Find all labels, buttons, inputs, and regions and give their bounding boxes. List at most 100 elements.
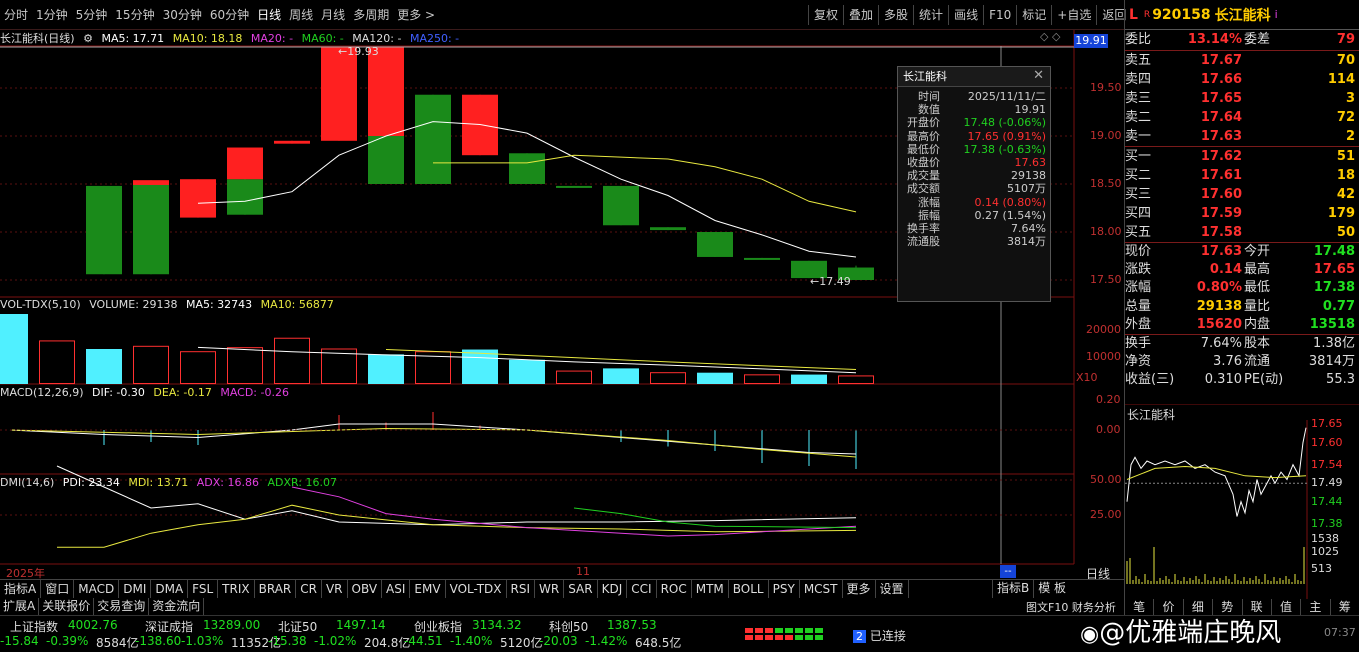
bid-row[interactable]: 买一 17.62 51	[1125, 147, 1359, 166]
level-flag: L	[1129, 6, 1138, 23]
period-tab-8[interactable]: 月线	[317, 6, 349, 23]
ask-row[interactable]: 卖四 17.66 114	[1125, 70, 1359, 89]
indicator-tab-2[interactable]: MACD	[74, 580, 120, 598]
bid-label: 买一	[1125, 149, 1152, 164]
ask-row[interactable]: 卖二 17.64 72	[1125, 108, 1359, 127]
toolbar-btn-5[interactable]: F10	[983, 5, 1016, 25]
indicator-tab-12[interactable]: EMV	[410, 580, 446, 598]
period-tab-5[interactable]: 60分钟	[206, 6, 253, 23]
indicator-tab-3[interactable]: DMI	[119, 580, 152, 598]
mini-tab-4[interactable]: 联	[1243, 599, 1272, 615]
period-tab-6[interactable]: 日线	[253, 6, 285, 23]
ask-row[interactable]: 卖三 17.65 3	[1125, 89, 1359, 108]
sub-tab-0[interactable]: 扩展A	[0, 598, 40, 615]
indicator-tabs: 指标A 窗口 MACD DMI DMA FSL TRIX BRAR CR VR OBV ASI EMV V…	[0, 579, 1124, 598]
close-icon[interactable]: ✕	[1033, 68, 1044, 83]
indicator-tab-14[interactable]: RSI	[507, 580, 536, 598]
mini-tab-3[interactable]: 势	[1213, 599, 1243, 615]
indicator-tab-5[interactable]: FSL	[188, 580, 219, 598]
ask-row[interactable]: 卖五 17.67 70	[1125, 51, 1359, 70]
indicator-tab-24[interactable]: 更多	[843, 580, 876, 598]
indicator-tab-8[interactable]: CR	[296, 580, 322, 598]
chart-area[interactable]: 长江能科(日线) ⚙ MA5: 17.71 MA10: 18.18 MA20: …	[0, 30, 1124, 581]
sub-tab-2[interactable]: 交易查询	[94, 598, 150, 615]
bid-row[interactable]: 买二 17.61 18	[1125, 166, 1359, 185]
info-icon[interactable]: i	[1275, 8, 1278, 21]
period-tab-3[interactable]: 15分钟	[111, 6, 158, 23]
intraday-mini-chart[interactable]: 长江能科 17.65 17.60 17.54 17.49 17.44 17.38 1538 1…	[1125, 404, 1359, 615]
toolbar-btn-6[interactable]: 标记	[1016, 5, 1051, 25]
indicator-tab-9[interactable]: VR	[322, 580, 348, 598]
breadth-cell	[795, 635, 803, 640]
indicator-tab-6[interactable]: TRIX	[218, 580, 255, 598]
indicator-tab-17[interactable]: KDJ	[598, 580, 628, 598]
quote-value: 17.63	[1200, 244, 1242, 259]
bid-row[interactable]: 买三 17.60 42	[1125, 185, 1359, 204]
index-value: 13289.00	[203, 618, 261, 632]
period-tab-7[interactable]: 周线	[285, 6, 317, 23]
indicator-tab-25[interactable]: 设置	[876, 580, 909, 598]
index-name[interactable]: 科创50	[549, 618, 588, 635]
indicator-tab-0[interactable]: 指标A	[0, 580, 42, 598]
macd-legend: MACD(12,26,9) DIF: -0.30 DEA: -0.17 MACD…	[0, 386, 294, 399]
low-marker-label: ←17.49	[810, 275, 851, 288]
toolbar-btn-4[interactable]: 画线	[948, 5, 983, 25]
indicator-tab-23[interactable]: MCST	[800, 580, 843, 598]
bid-row[interactable]: 买四 17.59 179	[1125, 204, 1359, 223]
toolbar-btn-3[interactable]: 统计	[913, 5, 948, 25]
index-name[interactable]: 深证成指	[145, 618, 193, 635]
toolbar-btn-1[interactable]: 叠加	[843, 5, 878, 25]
breadth-cell	[765, 628, 773, 633]
quote-label2: 今开	[1244, 244, 1271, 259]
mini-tab-7[interactable]: 筹	[1331, 599, 1359, 615]
toolbar-btn-2[interactable]: 多股	[878, 5, 913, 25]
period-tab-9[interactable]: 多周期	[349, 6, 393, 23]
ask-volume: 2	[1345, 129, 1355, 144]
bid-row[interactable]: 买五 17.58 50	[1125, 223, 1359, 242]
period-tab-10[interactable]: 更多 >	[393, 6, 439, 23]
quote-row: 净资 3.76 流通 3814万	[1125, 353, 1359, 371]
indicator-tab-7[interactable]: BRAR	[255, 580, 297, 598]
weibi-label: 委比	[1125, 32, 1152, 47]
indicator-tab-13[interactable]: VOL-TDX	[446, 580, 507, 598]
indicator-tab-18[interactable]: CCI	[627, 580, 657, 598]
indicator-tab-15[interactable]: WR	[535, 580, 565, 598]
indicator-tab-1[interactable]: 窗口	[41, 580, 75, 598]
diamond-icon[interactable]: ◇ ◇	[1040, 30, 1060, 43]
quote-panel: L R 920158 长江能科 i 委比 13.14% 委差 79 卖五 17.6…	[1124, 0, 1359, 615]
period-tab-1[interactable]: 1分钟	[32, 6, 72, 23]
quote-value: 0.310	[1204, 372, 1242, 388]
weicha-value: 79	[1336, 32, 1355, 47]
indicator-tab-right-1[interactable]: 模 板	[1033, 579, 1070, 598]
indicator-tab-21[interactable]: BOLL	[729, 580, 769, 598]
sub-tab-3[interactable]: 资金流向	[149, 598, 205, 615]
indicator-tab-16[interactable]: SAR	[564, 580, 598, 598]
indicator-tab-20[interactable]: MTM	[692, 580, 729, 598]
index-name[interactable]: 创业板指	[414, 618, 462, 635]
gear-icon[interactable]: ⚙	[83, 32, 93, 45]
sub-tab-1[interactable]: 关联报价	[39, 598, 95, 615]
indicator-tab-10[interactable]: OBV	[348, 580, 383, 598]
indicator-tab-right-0[interactable]: 指标B	[992, 579, 1033, 598]
indicator-tab-22[interactable]: PSY	[769, 580, 800, 598]
index-name[interactable]: 上证指数	[10, 618, 58, 635]
indicator-tab-19[interactable]: ROC	[657, 580, 692, 598]
period-tab-0[interactable]: 分时	[0, 6, 32, 23]
indicator-tab-11[interactable]: ASI	[382, 580, 411, 598]
mini-tab-5[interactable]: 值	[1272, 599, 1302, 615]
index-name[interactable]: 北证50	[278, 618, 317, 635]
toolbar-btn-7[interactable]: +自选	[1051, 5, 1096, 25]
toolbar-btn-0[interactable]: 复权	[808, 5, 843, 25]
index-value: 4002.76	[68, 618, 118, 632]
mini-tab-1[interactable]: 价	[1154, 599, 1184, 615]
mini-tab-6[interactable]: 主	[1301, 599, 1331, 615]
indicator-tab-4[interactable]: DMA	[151, 580, 189, 598]
period-tab-2[interactable]: 5分钟	[72, 6, 112, 23]
mini-tab-2[interactable]: 细	[1184, 599, 1214, 615]
mini-tab-0[interactable]: 笔	[1125, 599, 1155, 615]
volume-bar	[650, 372, 686, 385]
quote-value2: 1.38亿	[1313, 335, 1355, 351]
ask-row[interactable]: 卖一 17.63 2	[1125, 127, 1359, 146]
index-pct: -0.39%	[46, 634, 89, 648]
period-tab-4[interactable]: 30分钟	[159, 6, 206, 23]
